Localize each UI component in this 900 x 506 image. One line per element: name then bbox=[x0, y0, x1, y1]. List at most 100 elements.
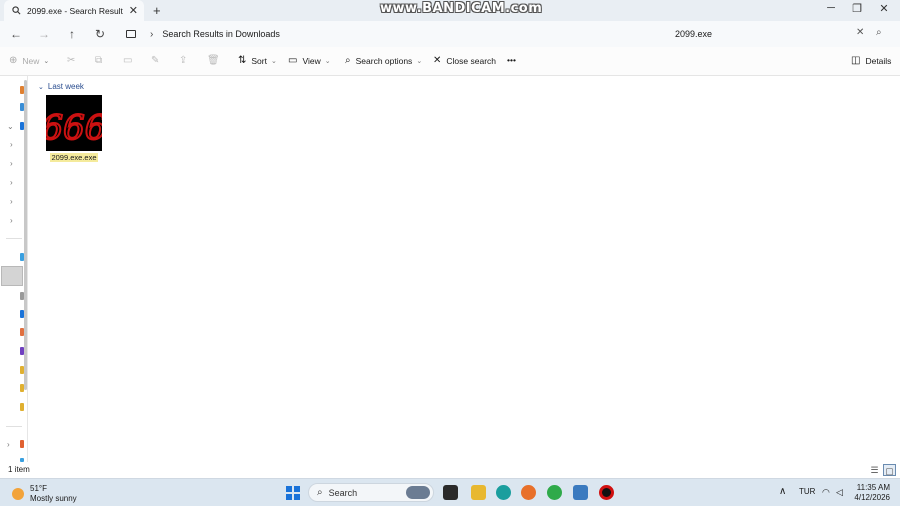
sort-label: Sort bbox=[251, 55, 267, 66]
file-list: ⌄ Last week 666 2099.exe.exe bbox=[30, 76, 900, 462]
nav-expand-chevron-icon[interactable]: ⌄ bbox=[7, 122, 14, 131]
clock-date: 4/12/2026 bbox=[854, 493, 890, 502]
chevron-down-icon: ⌄ bbox=[324, 57, 331, 65]
copy-icon[interactable]: ⧉ bbox=[95, 55, 102, 66]
search-options-button[interactable]: ⌕ Search options ⌄ bbox=[345, 55, 422, 66]
weather-sun-icon bbox=[12, 488, 24, 500]
delete-icon[interactable]: 🗑 bbox=[207, 55, 220, 66]
clear-search-icon[interactable]: ✕ bbox=[856, 27, 864, 38]
edge-icon[interactable] bbox=[496, 485, 511, 500]
nav-folder-icon[interactable] bbox=[20, 403, 24, 411]
chevron-down-icon: ⌄ bbox=[270, 57, 277, 65]
navigation-pane: ⌄ › › › › › › bbox=[0, 76, 28, 462]
computer-icon bbox=[126, 30, 136, 38]
command-bar: ⊕ New ⌄ ✂ ⧉ ▭ ✎ ⇪ 🗑 ⇅ Sort ⌄ ▭ View ⌄ ⌕ … bbox=[0, 47, 900, 76]
breadcrumb[interactable]: Search Results in Downloads bbox=[162, 29, 280, 39]
taskview-icon[interactable] bbox=[443, 485, 458, 500]
nav-chevron-icon[interactable]: › bbox=[10, 197, 13, 206]
breadcrumb-chevron-icon: › bbox=[150, 28, 154, 40]
up-button[interactable]: ↑ bbox=[65, 27, 79, 41]
details-label: Details bbox=[865, 55, 892, 66]
tab-close-icon[interactable]: ✕ bbox=[129, 4, 138, 17]
sort-button[interactable]: ⇅ Sort ⌄ bbox=[238, 55, 277, 66]
thumbnail-text: 666 bbox=[46, 108, 102, 148]
minimize-button[interactable]: ─ bbox=[824, 2, 838, 14]
photos-icon[interactable] bbox=[573, 485, 588, 500]
tab-title: 2099.exe - Search Results in D bbox=[27, 5, 123, 16]
rename-icon[interactable]: ✎ bbox=[151, 55, 159, 66]
nav-chevron-icon[interactable]: › bbox=[10, 159, 13, 168]
firefox-icon[interactable] bbox=[521, 485, 536, 500]
plus-icon: ⊕ bbox=[9, 55, 18, 66]
close-search-label: Close search bbox=[446, 55, 496, 66]
chevron-down-icon: ⌄ bbox=[416, 57, 423, 65]
clock[interactable]: 11:35 AM 4/12/2026 bbox=[852, 483, 890, 503]
more-options-button[interactable]: ••• bbox=[507, 55, 516, 65]
maximize-button[interactable]: ❐ bbox=[850, 2, 864, 15]
volume-icon[interactable]: ◁ bbox=[836, 487, 843, 498]
close-search-icon: ✕ bbox=[433, 55, 442, 66]
file-name-text: 2099.exe.exe bbox=[50, 153, 98, 162]
weather-condition: Mostly sunny bbox=[30, 494, 77, 503]
search-icon bbox=[12, 6, 21, 15]
details-button[interactable]: ◫ Details bbox=[851, 55, 891, 66]
weather-widget[interactable]: 51°F Mostly sunny bbox=[12, 484, 77, 504]
forward-button[interactable]: → bbox=[37, 27, 51, 41]
file-item[interactable]: 666 2099.exe.exe bbox=[44, 94, 106, 164]
large-icons-view-icon[interactable]: ▢ bbox=[883, 464, 896, 476]
search-glass-icon[interactable]: ⌕ bbox=[876, 27, 882, 38]
nav-chevron-icon[interactable]: › bbox=[10, 216, 13, 225]
chevron-down-icon: ⌄ bbox=[43, 57, 50, 65]
status-bar: 1 item ☰ ▢ bbox=[0, 462, 900, 478]
new-tab-button[interactable]: + bbox=[153, 3, 161, 18]
sort-icon: ⇅ bbox=[238, 55, 247, 66]
nav-scrollbar[interactable] bbox=[24, 80, 27, 390]
paste-icon[interactable]: ▭ bbox=[123, 55, 132, 66]
new-label: New bbox=[22, 55, 40, 66]
title-bar: 2099.exe - Search Results in D ✕ + www.B… bbox=[0, 0, 900, 21]
nav-this-pc-icon[interactable] bbox=[20, 440, 24, 448]
search-options-icon: ⌕ bbox=[345, 55, 351, 66]
nav-chevron-icon[interactable]: › bbox=[10, 140, 13, 149]
view-button[interactable]: ▭ View ⌄ bbox=[288, 55, 331, 66]
windows-logo-icon bbox=[286, 486, 292, 492]
tray-chevron-icon[interactable]: ∧ bbox=[779, 486, 786, 497]
search-options-label: Search options bbox=[355, 55, 413, 66]
search-box[interactable]: 2099.exe ✕ ⌕ bbox=[666, 23, 894, 45]
bandicam-icon[interactable] bbox=[599, 485, 614, 500]
details-pane-icon: ◫ bbox=[851, 55, 861, 66]
nav-selected-item[interactable] bbox=[1, 266, 23, 286]
refresh-button[interactable]: ↻ bbox=[93, 27, 107, 41]
group-header[interactable]: ⌄ Last week bbox=[38, 82, 84, 91]
close-search-button[interactable]: ✕ Close search bbox=[433, 55, 496, 66]
taskbar: 51°F Mostly sunny ⌕ Search ∧ TUR ◠ ◁ 11:… bbox=[0, 478, 900, 506]
start-button[interactable] bbox=[286, 486, 300, 500]
language-indicator[interactable]: TUR bbox=[799, 487, 815, 496]
address-row: ← → ↑ ↻ › Search Results in Downloads 20… bbox=[0, 21, 900, 47]
chevron-down-icon: ⌄ bbox=[38, 83, 44, 91]
search-input[interactable]: 2099.exe bbox=[675, 29, 712, 39]
wifi-icon[interactable]: ◠ bbox=[822, 487, 830, 498]
back-button[interactable]: ← bbox=[9, 27, 23, 41]
taskbar-search-icon: ⌕ bbox=[317, 487, 323, 498]
file-thumbnail: 666 bbox=[46, 95, 102, 151]
cut-icon[interactable]: ✂ bbox=[67, 55, 75, 66]
taskbar-search[interactable]: ⌕ Search bbox=[308, 483, 434, 502]
nav-divider bbox=[6, 426, 22, 427]
nav-chevron-icon[interactable]: › bbox=[7, 440, 10, 449]
new-button[interactable]: ⊕ New ⌄ bbox=[9, 55, 49, 66]
chrome-icon[interactable] bbox=[547, 485, 562, 500]
thumbnail-graphic: 666 bbox=[46, 107, 102, 149]
watermark: www.BANDICAM.com bbox=[380, 1, 543, 16]
address-bar[interactable]: › Search Results in Downloads bbox=[118, 23, 662, 45]
tab-search-results[interactable]: 2099.exe - Search Results in D ✕ bbox=[4, 0, 144, 21]
close-window-button[interactable]: ✕ bbox=[877, 2, 891, 15]
nav-divider bbox=[6, 238, 22, 239]
details-view-icon[interactable]: ☰ bbox=[868, 464, 881, 476]
clock-time: 11:35 AM bbox=[856, 483, 890, 492]
file-name: 2099.exe.exe bbox=[44, 153, 104, 162]
view-label: View bbox=[302, 55, 321, 66]
nav-chevron-icon[interactable]: › bbox=[10, 178, 13, 187]
share-icon[interactable]: ⇪ bbox=[179, 55, 187, 66]
file-explorer-icon[interactable] bbox=[471, 485, 486, 500]
